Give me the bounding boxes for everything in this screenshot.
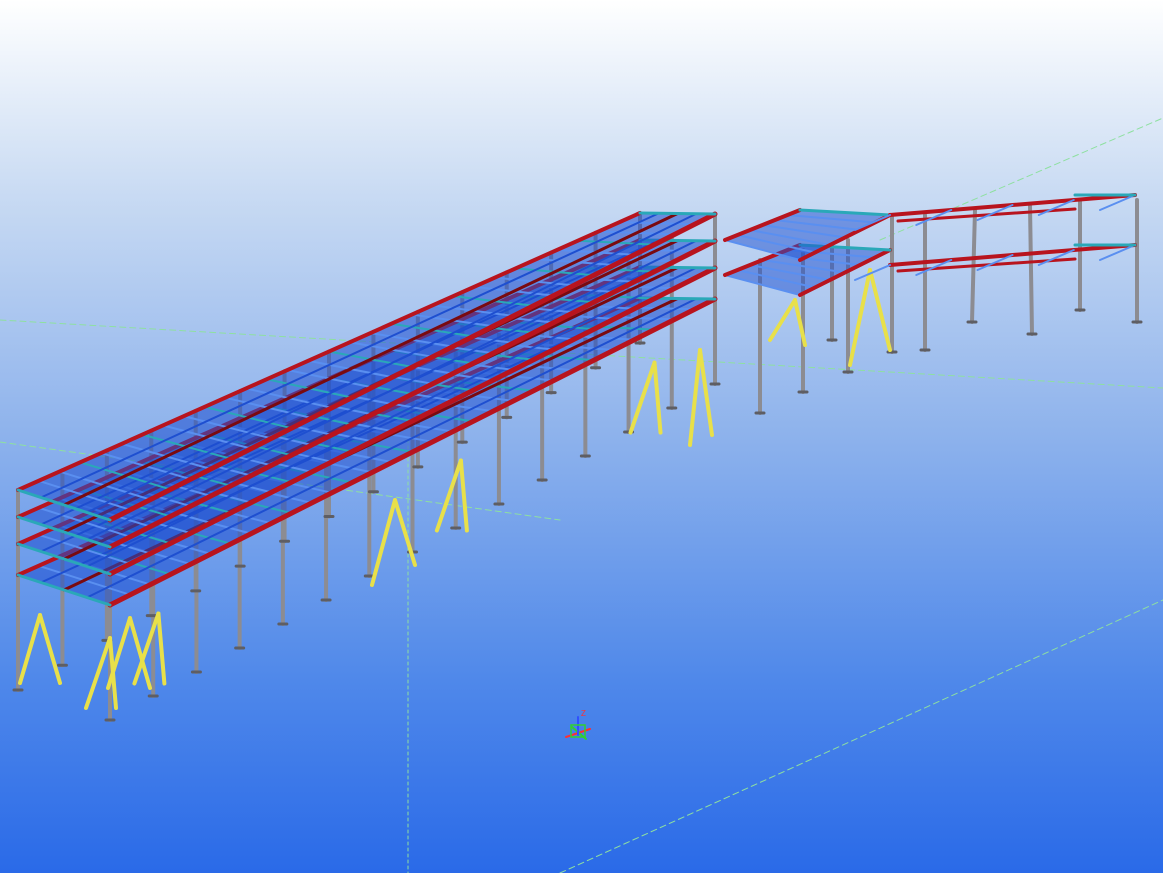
bracing-member <box>370 498 397 587</box>
structural-model-scene[interactable]: Z <box>0 0 1163 873</box>
floor-stringer <box>86 239 698 541</box>
column <box>1028 203 1034 336</box>
bracing-member <box>768 298 797 342</box>
grid-line <box>559 599 1163 873</box>
axis-gizmo-icon[interactable]: Z <box>565 709 591 740</box>
3d-model-viewport[interactable]: Z <box>0 0 1163 873</box>
bracing-member <box>698 348 714 437</box>
bracing-member <box>628 360 657 435</box>
axis-label: Z <box>581 709 586 718</box>
bracing-member <box>688 348 702 447</box>
floor-framing <box>16 193 1137 608</box>
end-beam <box>638 211 717 216</box>
bracing-member <box>18 613 42 685</box>
bracing-member <box>84 636 112 710</box>
bracing-member <box>38 613 62 685</box>
bracing-member <box>458 458 469 533</box>
floor-stringer <box>86 212 698 514</box>
bracing-member <box>128 616 152 690</box>
bracing-member <box>156 611 167 686</box>
bracing-member <box>652 360 663 435</box>
bracing-member <box>868 268 892 352</box>
bracing-member <box>848 268 872 367</box>
